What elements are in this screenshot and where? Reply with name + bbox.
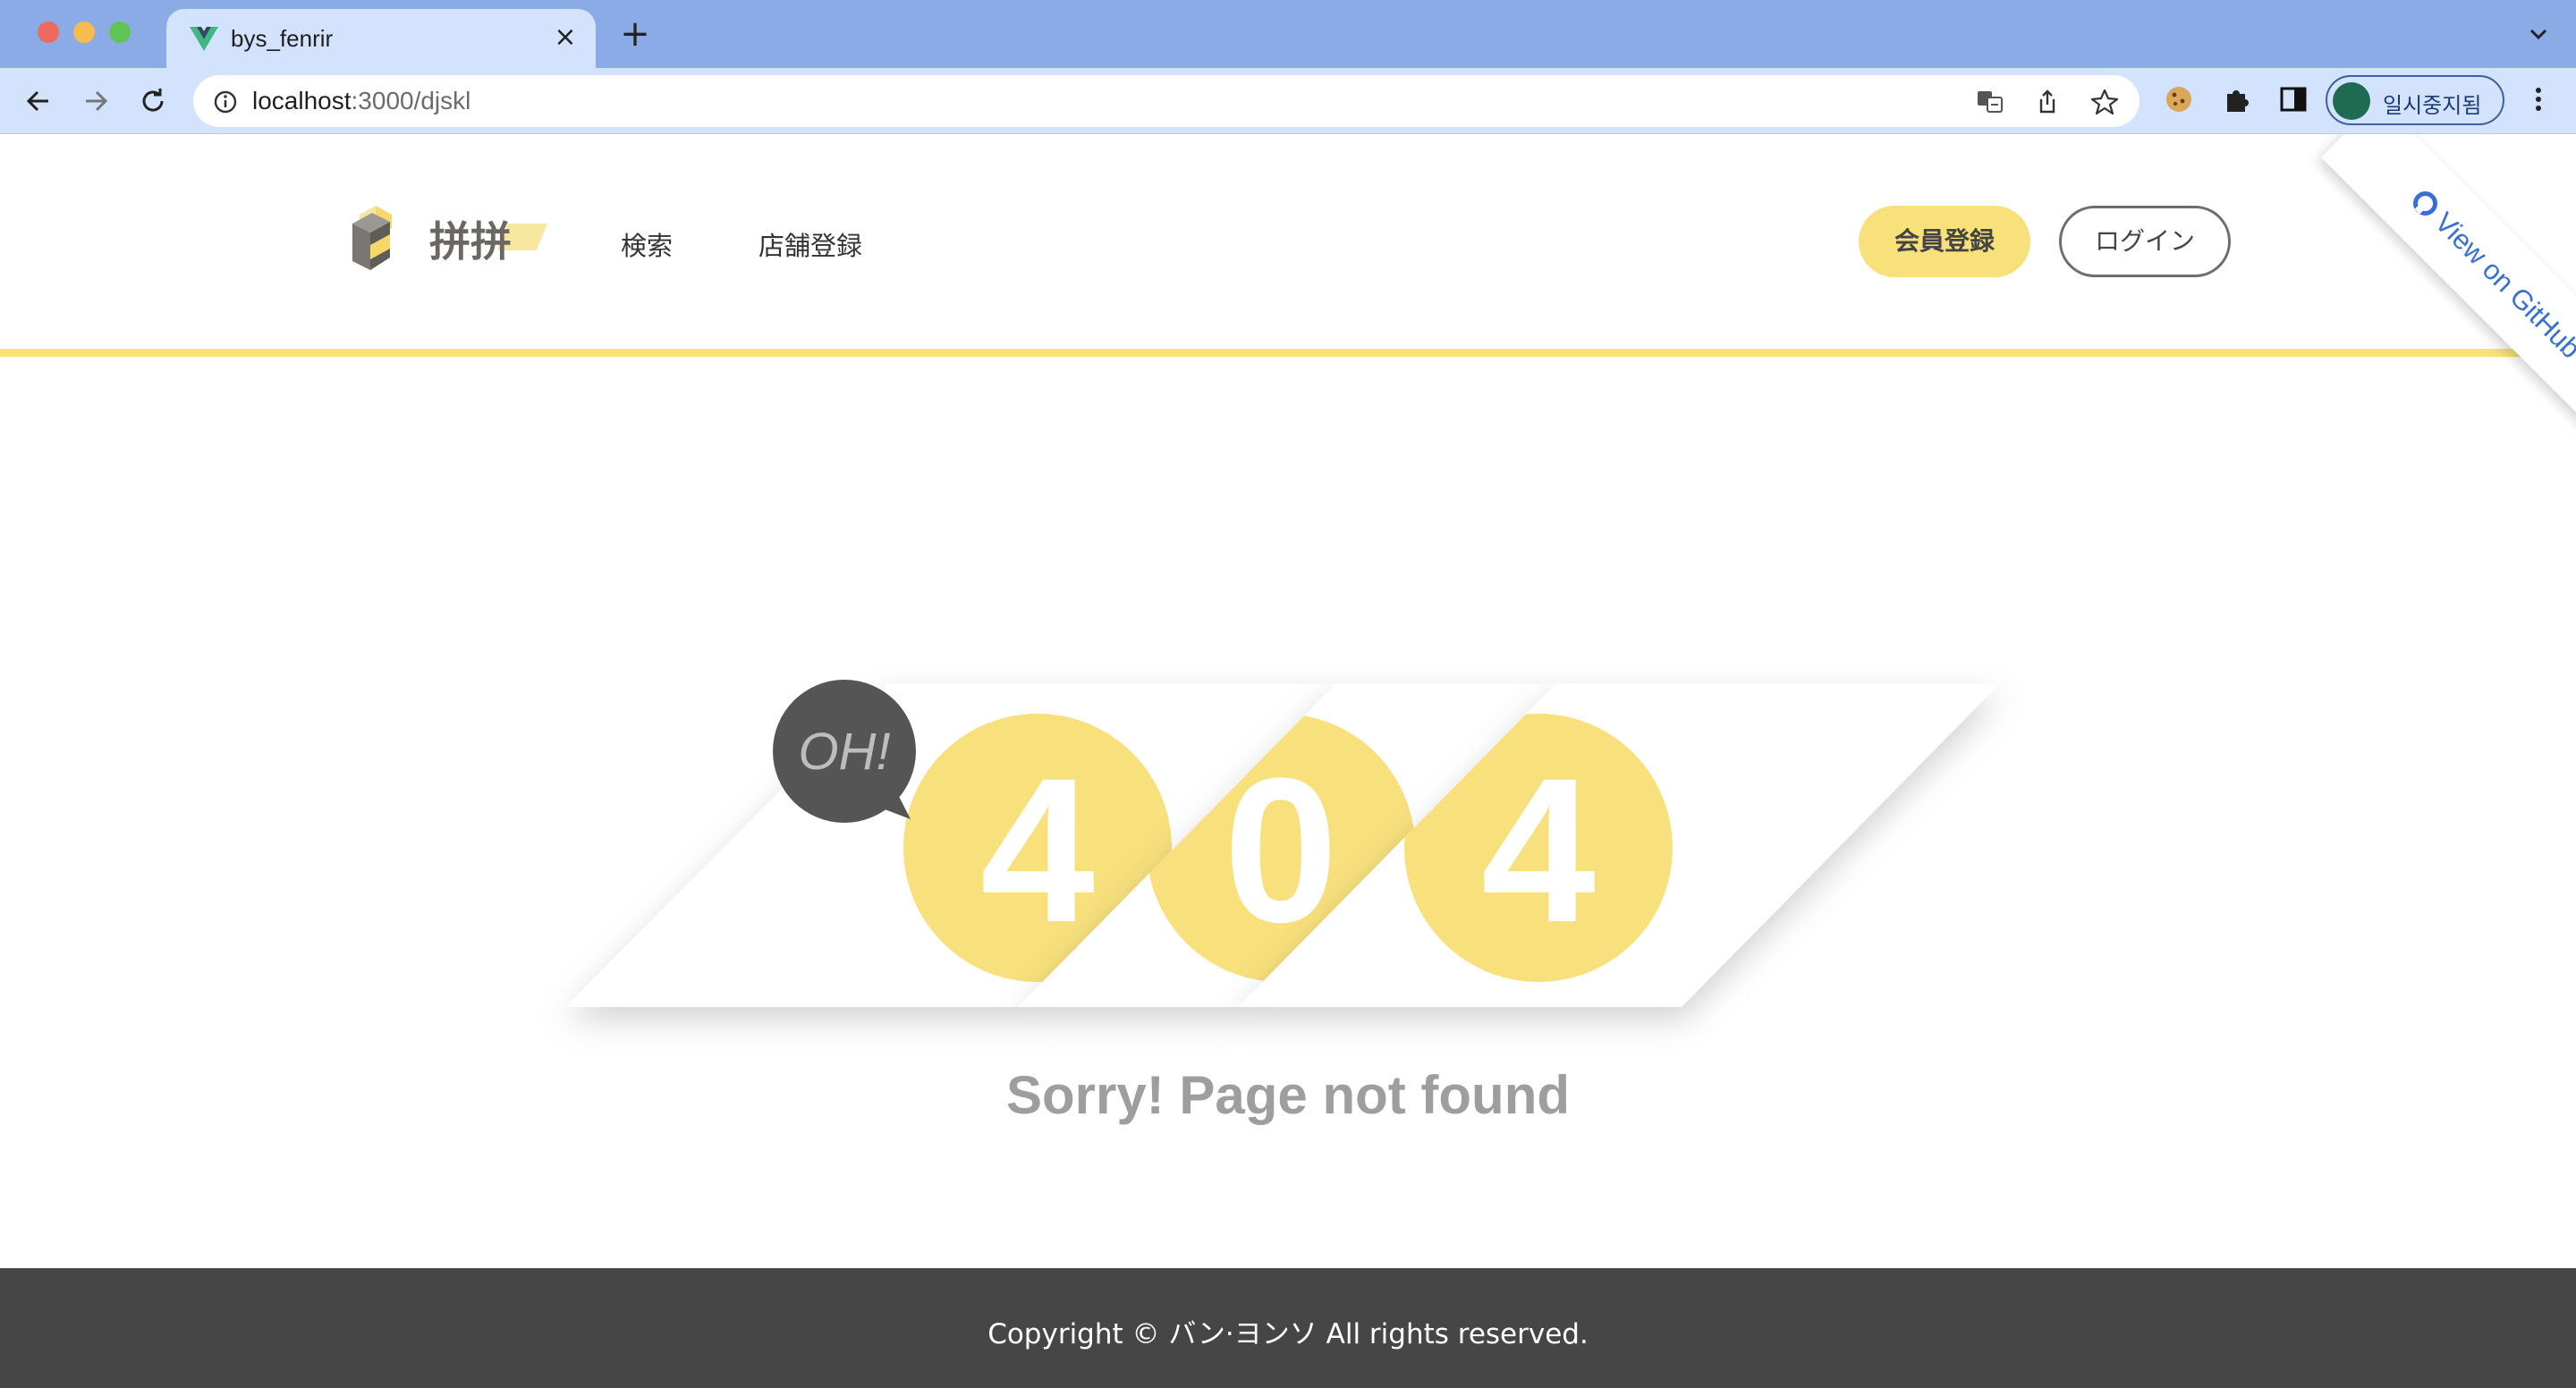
not-found-illustration: 4 0 4 OH! [565,680,2000,1007]
window-close-button[interactable] [38,21,59,43]
profile-status-label: 일시중지됨 [2383,93,2482,118]
header-accent-line [0,349,2576,357]
nav-search-link[interactable]: 検索 [621,225,673,263]
side-panel-icon[interactable] [2277,83,2309,115]
digit-3: 4 [1481,735,1596,965]
url-host: localhost [252,87,352,114]
window-zoom-button[interactable] [109,21,131,43]
browser-tab[interactable]: bys_fenrir × [166,9,596,68]
url-path: :3000/djskl [351,87,471,114]
profile-avatar [2333,82,2370,120]
github-ribbon: View on GitHub [2254,134,2576,474]
nav-store-register-link[interactable]: 店舗登録 [758,225,862,263]
site-footer: Copyright © バン·ヨンソ All rights reserved. [0,1268,2576,1388]
copyright-text: Copyright © バン·ヨンソ All rights reserved. [987,1318,1589,1350]
reload-icon[interactable] [134,82,172,120]
cookie-extension-icon[interactable] [2163,83,2195,115]
browser-tab-strip: bys_fenrir × + [0,0,2576,68]
oh-speech-bubble: OH! [773,680,916,823]
tab-title: bys_fenrir [231,25,334,52]
login-button[interactable]: ログイン [2059,206,2231,277]
not-found-section: 4 0 4 OH! Sorry! Page not found [0,626,2576,1163]
translate-icon[interactable] [1975,87,2005,117]
tab-search-chevron-icon[interactable] [2524,20,2553,48]
back-arrow-icon[interactable] [20,82,57,120]
address-bar[interactable]: localhost:3000/djskl [193,75,2140,127]
logo-text: 拼拼 [429,217,512,266]
register-button[interactable]: 会員登録 [1859,206,2030,277]
github-icon [2412,190,2437,216]
site-info-icon[interactable] [213,89,238,114]
bookmark-star-icon[interactable] [2089,87,2120,117]
vue-favicon-icon [190,27,218,51]
tab-close-icon[interactable]: × [549,21,581,54]
browser-menu-icon[interactable] [2528,84,2549,114]
window-minimize-button[interactable] [73,21,95,43]
not-found-message: Sorry! Page not found [1006,1065,1570,1125]
site-logo[interactable]: 拼拼 [349,202,549,279]
forward-arrow-icon[interactable] [77,82,114,120]
url-text[interactable]: localhost:3000/djskl [252,87,470,115]
digit-1: 4 [980,735,1095,965]
profile-button[interactable]: 일시중지됨 [2326,75,2504,125]
github-ribbon-label: View on GitHub [2428,206,2576,365]
oh-badge-text: OH! [798,723,890,781]
new-tab-button[interactable]: + [617,16,653,52]
extensions-puzzle-icon[interactable] [2220,83,2252,115]
share-icon[interactable] [2032,87,2063,117]
github-ribbon-link[interactable]: View on GitHub [2320,134,2576,449]
